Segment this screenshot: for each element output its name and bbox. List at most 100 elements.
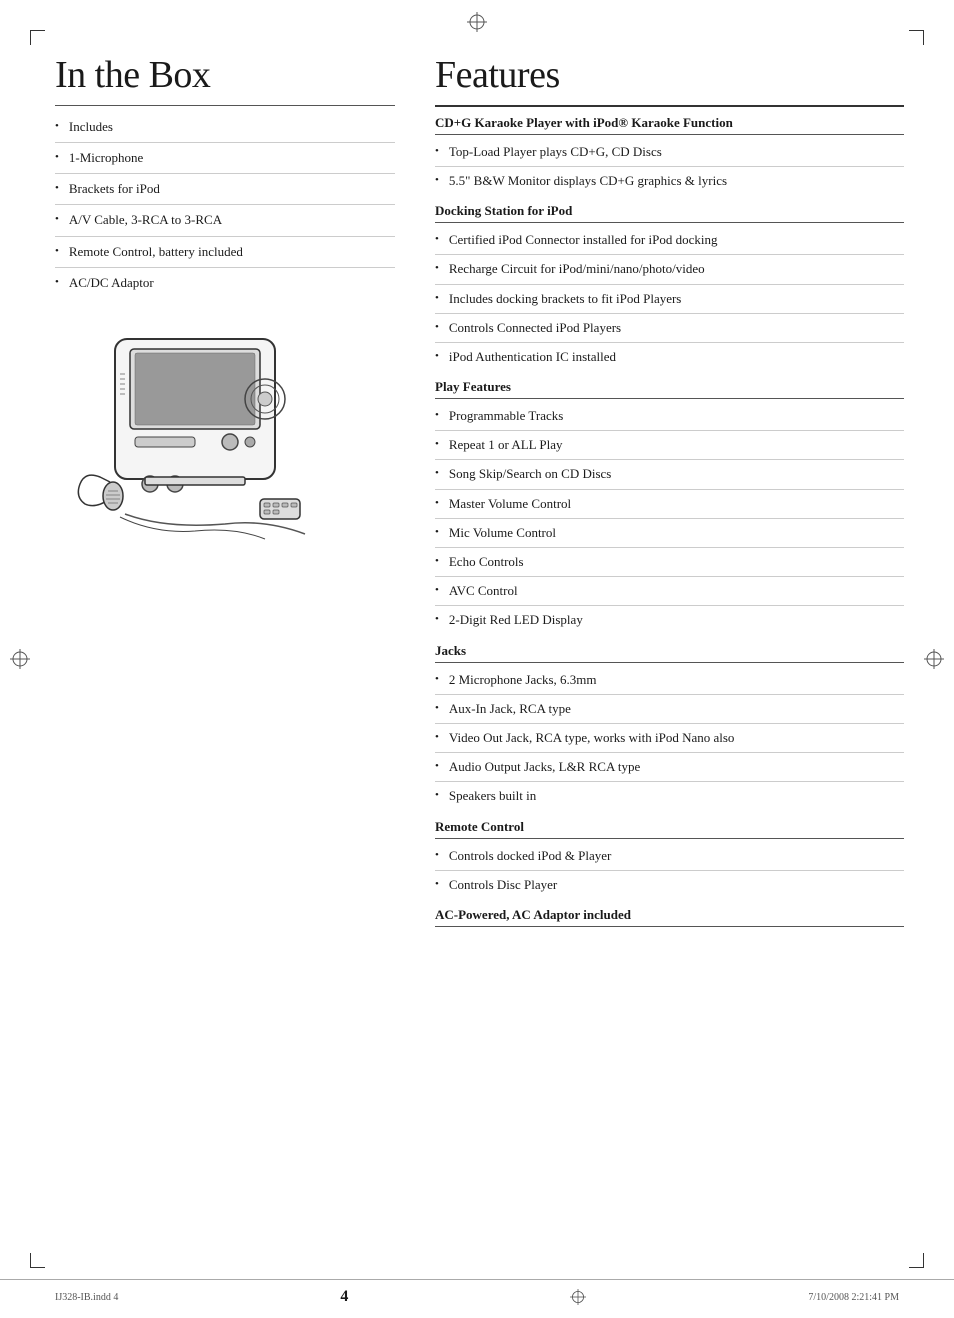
- list-item-text: Speakers built in: [449, 787, 536, 805]
- footer-crosshair: [570, 1289, 586, 1305]
- feature-list-3: • 2 Microphone Jacks, 6.3mm • Aux-In Jac…: [435, 666, 904, 811]
- features-section-4: Remote Control • Controls docked iPod & …: [435, 819, 904, 899]
- list-item: • Mic Volume Control: [435, 519, 904, 548]
- section-header-1: Docking Station for iPod: [435, 203, 904, 219]
- list-item: • Certified iPod Connector installed for…: [435, 226, 904, 255]
- bullet-icon: •: [435, 848, 439, 863]
- list-item-text: Includes docking brackets to fit iPod Pl…: [449, 290, 682, 308]
- feature-list-1: • Certified iPod Connector installed for…: [435, 226, 904, 371]
- list-item-text: Remote Control, battery included: [69, 243, 243, 261]
- bullet-icon: •: [55, 275, 59, 290]
- bullet-icon: •: [435, 261, 439, 276]
- section-divider-0: [435, 134, 904, 135]
- section-header-0: CD+G Karaoke Player with iPod® Karaoke F…: [435, 115, 904, 131]
- bullet-icon: •: [435, 320, 439, 335]
- list-item-text: AVC Control: [449, 582, 518, 600]
- list-item: • Remote Control, battery included: [55, 237, 395, 268]
- list-item: • AC/DC Adaptor: [55, 268, 395, 298]
- list-item: • Audio Output Jacks, L&R RCA type: [435, 753, 904, 782]
- list-item: • Top-Load Player plays CD+G, CD Discs: [435, 138, 904, 167]
- corner-mark-br: [909, 1253, 924, 1268]
- list-item: • Aux-In Jack, RCA type: [435, 695, 904, 724]
- list-item-text: Mic Volume Control: [449, 524, 556, 542]
- list-item: • Song Skip/Search on CD Discs: [435, 460, 904, 489]
- bullet-icon: •: [435, 877, 439, 892]
- bullet-icon: •: [435, 437, 439, 452]
- list-item-text: Echo Controls: [449, 553, 524, 571]
- feature-list-4: • Controls docked iPod & Player • Contro…: [435, 842, 904, 899]
- bullet-icon: •: [435, 554, 439, 569]
- section-divider-1: [435, 222, 904, 223]
- list-item: • AVC Control: [435, 577, 904, 606]
- main-content: In the Box • Includes • 1-Microphone • B…: [0, 0, 954, 1279]
- list-item: • 2-Digit Red LED Display: [435, 606, 904, 634]
- list-item: • Video Out Jack, RCA type, works with i…: [435, 724, 904, 753]
- bullet-icon: •: [435, 759, 439, 774]
- list-item-text: Includes: [69, 118, 113, 136]
- list-item-text: Controls Connected iPod Players: [449, 319, 621, 337]
- list-item: • A/V Cable, 3-RCA to 3-RCA: [55, 205, 395, 236]
- page-footer: IJ328-IB.indd 4 4 7/10/2008 2:21:41 PM: [0, 1279, 954, 1318]
- list-item-text: 2 Microphone Jacks, 6.3mm: [449, 671, 597, 689]
- device-image: [55, 314, 335, 554]
- crosshair-left-icon: [10, 649, 30, 669]
- list-item-text: Controls Disc Player: [449, 876, 557, 894]
- list-item-text: Recharge Circuit for iPod/mini/nano/phot…: [449, 260, 705, 278]
- list-item: • Speakers built in: [435, 782, 904, 810]
- footer-date-text: 7/10/2008 2:21:41 PM: [808, 1292, 899, 1303]
- features-section-5: AC-Powered, AC Adaptor included: [435, 907, 904, 927]
- crosshair-right-icon: [924, 649, 944, 669]
- page-number: 4: [340, 1288, 348, 1306]
- corner-mark-bl: [30, 1253, 45, 1268]
- list-item-text: iPod Authentication IC installed: [449, 348, 616, 366]
- section-divider-5: [435, 926, 904, 927]
- list-item-text: Master Volume Control: [449, 495, 571, 513]
- list-item: • Recharge Circuit for iPod/mini/nano/ph…: [435, 255, 904, 284]
- bullet-icon: •: [435, 583, 439, 598]
- list-item: • 2 Microphone Jacks, 6.3mm: [435, 666, 904, 695]
- list-item-text: 5.5" B&W Monitor displays CD+G graphics …: [449, 172, 727, 190]
- list-item-text: 1-Microphone: [69, 149, 143, 167]
- list-item-text: AC/DC Adaptor: [69, 274, 154, 292]
- bullet-icon: •: [435, 291, 439, 306]
- features-section-1: Docking Station for iPod • Certified iPo…: [435, 203, 904, 371]
- bullet-icon: •: [55, 150, 59, 165]
- bullet-icon: •: [55, 244, 59, 259]
- list-item-text: Brackets for iPod: [69, 180, 160, 198]
- bullet-icon: •: [435, 612, 439, 627]
- bullet-icon: •: [55, 119, 59, 134]
- bullet-icon: •: [435, 730, 439, 745]
- list-item-text: A/V Cable, 3-RCA to 3-RCA: [69, 211, 222, 229]
- section-divider-2: [435, 398, 904, 399]
- list-item-text: Video Out Jack, RCA type, works with iPo…: [449, 729, 735, 747]
- list-item: • Programmable Tracks: [435, 402, 904, 431]
- list-item: • 5.5" B&W Monitor displays CD+G graphic…: [435, 167, 904, 195]
- left-column: In the Box • Includes • 1-Microphone • B…: [55, 55, 395, 1219]
- features-section-3: Jacks • 2 Microphone Jacks, 6.3mm • Aux-…: [435, 643, 904, 811]
- bullet-icon: •: [435, 672, 439, 687]
- section-header-3: Jacks: [435, 643, 904, 659]
- title-divider: [55, 105, 395, 106]
- list-item-text: Audio Output Jacks, L&R RCA type: [449, 758, 640, 776]
- list-item-text: Repeat 1 or ALL Play: [449, 436, 563, 454]
- list-item: • Repeat 1 or ALL Play: [435, 431, 904, 460]
- list-item-text: Controls docked iPod & Player: [449, 847, 612, 865]
- bullet-icon: •: [435, 232, 439, 247]
- list-item: • Includes: [55, 112, 395, 143]
- bullet-icon: •: [435, 788, 439, 803]
- feature-list-0: • Top-Load Player plays CD+G, CD Discs •…: [435, 138, 904, 195]
- section-divider-4: [435, 838, 904, 839]
- right-column: Features CD+G Karaoke Player with iPod® …: [415, 55, 904, 1219]
- section-divider-3: [435, 662, 904, 663]
- footer-crosshair-icon: [570, 1289, 586, 1305]
- bullet-icon: •: [55, 212, 59, 227]
- bullet-icon: •: [435, 466, 439, 481]
- page-wrapper: In the Box • Includes • 1-Microphone • B…: [0, 0, 954, 1318]
- features-title: Features: [435, 55, 904, 97]
- section-header-5: AC-Powered, AC Adaptor included: [435, 907, 904, 923]
- bullet-icon: •: [435, 349, 439, 364]
- section-header-4: Remote Control: [435, 819, 904, 835]
- feature-list-2: • Programmable Tracks • Repeat 1 or ALL …: [435, 402, 904, 635]
- bullet-icon: •: [435, 701, 439, 716]
- list-item: • iPod Authentication IC installed: [435, 343, 904, 371]
